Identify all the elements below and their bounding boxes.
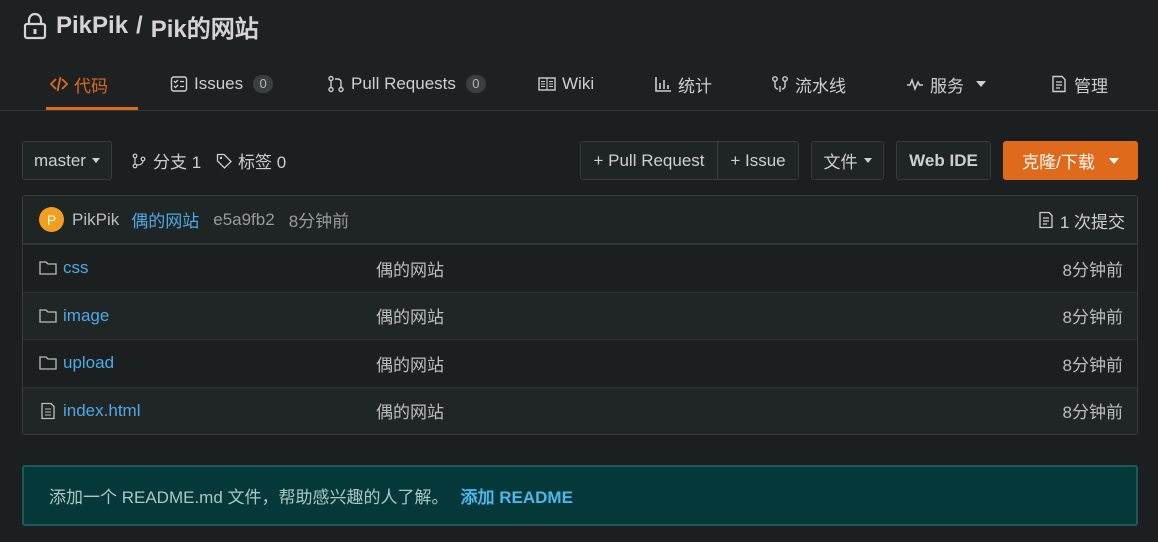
latest-commit-bar: P PikPik 偶的网站 e5a9fb2 8分钟前 1 次提交 bbox=[23, 196, 1137, 244]
issues-count-badge: 0 bbox=[253, 75, 274, 93]
table-row: css 偶的网站 8分钟前 bbox=[23, 244, 1137, 292]
chart-icon bbox=[655, 77, 671, 92]
repo-owner[interactable]: PikPik bbox=[56, 12, 128, 40]
tab-stats-label: 统计 bbox=[678, 76, 712, 96]
table-row: upload 偶的网站 8分钟前 bbox=[23, 339, 1137, 387]
pull-request-icon bbox=[328, 75, 344, 93]
folder-icon bbox=[39, 261, 57, 275]
tab-wiki[interactable]: Wiki bbox=[538, 58, 594, 110]
tags-link[interactable]: 标签 0 bbox=[216, 141, 286, 180]
file-list: P PikPik 偶的网站 e5a9fb2 8分钟前 1 次提交 css 偶的网… bbox=[22, 195, 1138, 435]
wiki-icon bbox=[538, 77, 556, 91]
tag-icon bbox=[216, 153, 232, 169]
file-name-link[interactable]: css bbox=[63, 258, 89, 278]
tab-issues-label: Issues bbox=[194, 74, 244, 93]
repo-separator: / bbox=[136, 12, 143, 39]
folder-icon bbox=[39, 308, 57, 323]
code-icon bbox=[50, 76, 68, 92]
tab-services-label: 服务 bbox=[930, 76, 964, 96]
readme-notice: 添加一个 README.md 文件，帮助感兴趣的人了解。 添加 README bbox=[22, 465, 1138, 526]
chevron-down-icon bbox=[863, 158, 872, 163]
commit-hash[interactable]: e5a9fb2 bbox=[213, 210, 274, 230]
file-name-link[interactable]: image bbox=[63, 306, 109, 326]
web-ide-button[interactable]: Web IDE bbox=[896, 141, 991, 180]
new-pull-request-button[interactable]: + Pull Request bbox=[580, 141, 718, 180]
tab-pipeline[interactable]: 流水线 bbox=[771, 58, 846, 110]
branch-select-label: master bbox=[34, 150, 86, 170]
file-menu-label: 文件 bbox=[823, 153, 858, 172]
pulse-icon bbox=[907, 77, 923, 92]
file-commit-message[interactable]: 偶的网站 bbox=[376, 256, 444, 281]
tab-code[interactable]: 代码 bbox=[46, 58, 138, 110]
tags-label: 标签 0 bbox=[238, 153, 287, 172]
repo-name[interactable]: Pik的网站 bbox=[151, 9, 259, 44]
branch-select[interactable]: master bbox=[22, 141, 112, 180]
tab-stats[interactable]: 统计 bbox=[654, 58, 712, 110]
pull-requests-count-badge: 0 bbox=[465, 75, 486, 93]
pipeline-icon bbox=[772, 76, 788, 92]
commit-count-label: 1 次提交 bbox=[1059, 212, 1125, 232]
file-icon bbox=[41, 402, 55, 419]
tab-services[interactable]: 服务 bbox=[906, 58, 986, 110]
new-issue-label: + Issue bbox=[730, 150, 786, 170]
web-ide-label: Web IDE bbox=[909, 150, 978, 170]
repo-tabs: 代码 Issues 0 Pull Requests 0 Wiki 统计 流水线 … bbox=[0, 58, 1158, 110]
chevron-down-icon bbox=[91, 158, 100, 163]
tab-manage[interactable]: 管理 bbox=[1050, 58, 1108, 110]
file-commit-time: 8分钟前 bbox=[1062, 403, 1123, 423]
clone-download-label: 克隆/下载 bbox=[1022, 153, 1095, 172]
commit-count-link[interactable]: 1 次提交 bbox=[1038, 196, 1125, 244]
tab-pull-requests-label: Pull Requests bbox=[351, 74, 456, 93]
commit-time: 8分钟前 bbox=[288, 212, 350, 231]
repo-header: PikPik / Pik的网站 代码 Issues 0 Pull Request… bbox=[0, 0, 1158, 111]
tab-pipeline-label: 流水线 bbox=[795, 76, 846, 96]
file-name-link[interactable]: upload bbox=[63, 353, 114, 373]
file-commit-message[interactable]: 偶的网站 bbox=[376, 303, 444, 328]
branches-label: 分支 1 bbox=[153, 153, 202, 172]
manage-icon bbox=[1052, 75, 1066, 93]
avatar[interactable]: P bbox=[39, 207, 64, 232]
tab-code-label: 代码 bbox=[74, 76, 108, 96]
file-commit-time: 8分钟前 bbox=[1062, 355, 1123, 375]
branches-link[interactable]: 分支 1 bbox=[131, 141, 201, 180]
clone-download-button[interactable]: 克隆/下载 bbox=[1003, 141, 1138, 180]
tab-wiki-label: Wiki bbox=[562, 74, 595, 93]
commit-message[interactable]: 偶的网站 bbox=[131, 207, 199, 232]
tab-pull-requests[interactable]: Pull Requests 0 bbox=[327, 58, 486, 110]
file-name-link[interactable]: index.html bbox=[63, 401, 140, 421]
file-menu-button[interactable]: 文件 bbox=[811, 141, 884, 180]
folder-icon bbox=[39, 356, 57, 370]
commit-author[interactable]: PikPik bbox=[72, 210, 119, 230]
tab-manage-label: 管理 bbox=[1074, 76, 1108, 96]
table-row: image 偶的网站 8分钟前 bbox=[23, 291, 1137, 339]
chevron-down-icon bbox=[976, 81, 986, 87]
chevron-down-icon bbox=[1108, 157, 1119, 164]
commit-history-icon bbox=[1039, 211, 1053, 229]
table-row: index.html 偶的网站 8分钟前 bbox=[23, 386, 1137, 434]
issues-icon bbox=[170, 76, 188, 92]
tab-issues[interactable]: Issues 0 bbox=[170, 58, 274, 110]
new-issue-button[interactable]: + Issue bbox=[717, 141, 799, 180]
branch-icon bbox=[132, 153, 146, 168]
file-commit-time: 8分钟前 bbox=[1062, 308, 1123, 328]
file-commit-message[interactable]: 偶的网站 bbox=[376, 351, 444, 376]
new-pull-request-label: + Pull Request bbox=[593, 150, 705, 170]
lock-icon bbox=[23, 12, 47, 40]
readme-notice-text: 添加一个 README.md 文件，帮助感兴趣的人了解。 bbox=[49, 488, 449, 507]
file-commit-time: 8分钟前 bbox=[1062, 260, 1123, 280]
repo-title: PikPik / Pik的网站 bbox=[22, 9, 259, 44]
file-commit-message[interactable]: 偶的网站 bbox=[376, 398, 444, 423]
add-readme-link[interactable]: 添加 README bbox=[461, 483, 573, 508]
